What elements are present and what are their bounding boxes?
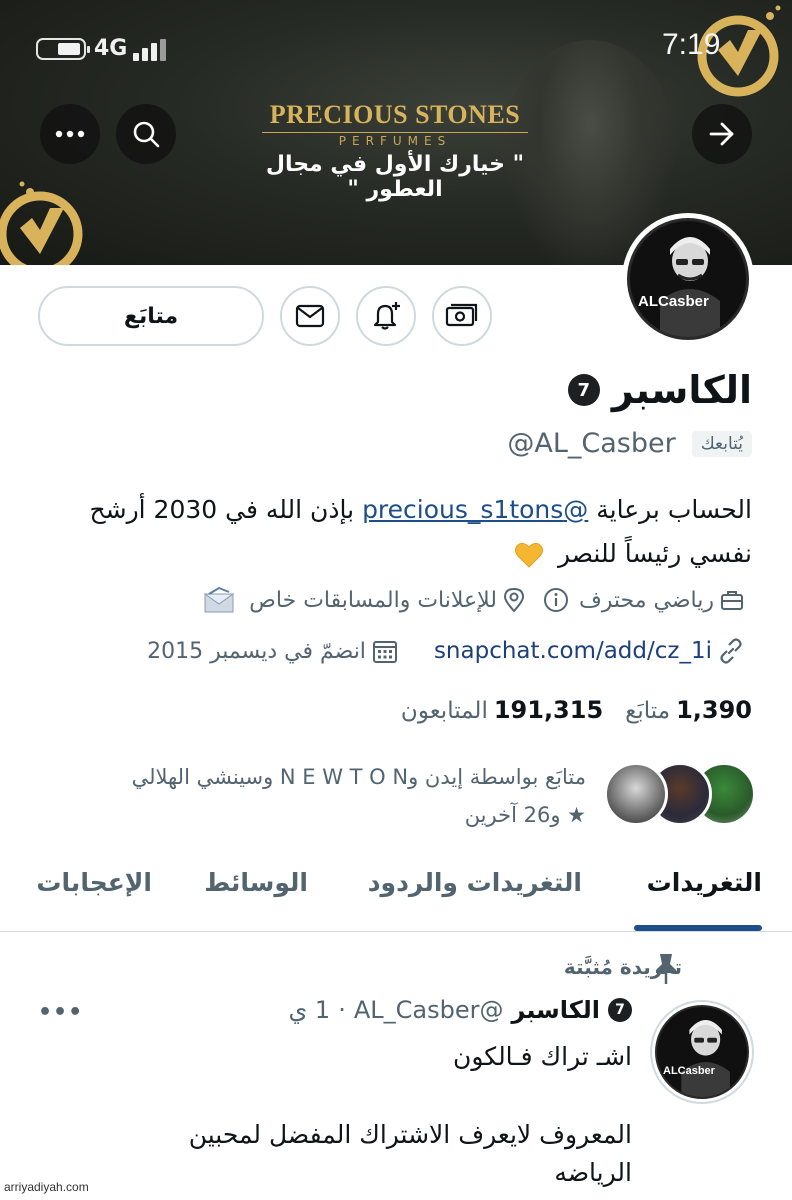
tweet-text-line-3: الرياضه — [554, 1158, 632, 1187]
brand-name: PRECIOUS STONES — [269, 100, 521, 129]
money-icon — [445, 303, 478, 327]
arrow-right-icon — [709, 122, 734, 146]
tweet-author-handle: @AL_Casber — [353, 996, 504, 1024]
following-label: متابَع — [625, 698, 671, 724]
tab-media[interactable]: الوسائط — [204, 868, 308, 897]
verified-badge-icon[interactable]: 7 — [567, 374, 600, 406]
status-bar: 4G 7:19 — [0, 0, 792, 90]
source-watermark: arriyadiyah.com — [4, 1180, 89, 1194]
calendar-icon — [372, 641, 397, 663]
tips-button[interactable] — [432, 286, 492, 346]
brand-tagline: " خيارك الأول في مجال العطور " — [265, 152, 525, 202]
joined-item: انضمّ في ديسمبر 2015 — [147, 638, 398, 664]
notifications-button[interactable] — [356, 286, 416, 346]
category-label: رياضي محترف — [578, 587, 714, 613]
following-count: 1,390 — [676, 696, 752, 724]
follower-avatar — [604, 762, 668, 826]
tweet-separator: · — [338, 996, 346, 1024]
location-label: للإعلانات والمسابقات خاص — [249, 587, 497, 613]
tab-tweets-and-replies[interactable]: التغريدات والردود — [368, 868, 582, 897]
tweet-author-name[interactable]: الكاسبر — [511, 996, 600, 1024]
brand-subtitle: PERFUMES — [262, 132, 528, 148]
followed-by-line-1: متابَع بواسطة إيدن وN E W T O N وسينشي ا… — [131, 765, 586, 789]
network-label: 4G — [94, 36, 128, 61]
followers-stat[interactable]: 191,315المتابعون — [401, 696, 603, 724]
tab-tweets[interactable]: التغريدات — [647, 868, 762, 897]
status-time: 7:19 — [662, 28, 721, 61]
bio-text-before: الحساب برعاية — [588, 495, 752, 524]
search-button[interactable] — [116, 104, 176, 164]
tweet-more-button[interactable]: ••• — [38, 1000, 83, 1025]
avatar-portrait-icon — [681, 1019, 730, 1097]
signal-strength-icon — [133, 39, 173, 61]
verified-badge-icon: 7 — [608, 998, 632, 1022]
profile-meta-row-2: snapchat.com/add/cz_1i انضمّ في ديسمبر 2… — [147, 638, 744, 664]
back-button[interactable] — [692, 104, 752, 164]
link-icon — [720, 638, 742, 664]
active-tab-indicator — [634, 925, 762, 931]
display-name-text: الكاسبر — [611, 368, 752, 412]
briefcase-icon — [721, 591, 743, 610]
tweet-text-line-2: المعروف لايعرف الاشتراك المفضل لمحبين — [188, 1120, 632, 1149]
bell-plus-icon — [373, 302, 400, 330]
followed-by-line-2: ★ و26 آخرين — [464, 803, 586, 827]
profile-avatar[interactable]: ALCasber — [622, 213, 754, 345]
website-item[interactable]: snapchat.com/add/cz_1i — [434, 638, 744, 664]
avatar-portrait-icon — [660, 237, 720, 337]
tweet-header: 7 الكاسبر @AL_Casber · 1 ي — [288, 996, 632, 1024]
joined-label: انضمّ في ديسمبر 2015 — [147, 638, 366, 664]
handle-row: @AL_Casber يُتابعك — [507, 428, 752, 459]
profile-bio: الحساب برعاية @precious_s1tons بإذن الله… — [32, 488, 752, 576]
tweet-text-line-1: اشـ تراك فـالكون — [452, 1042, 632, 1071]
follows-you-badge: يُتابعك — [691, 430, 752, 457]
message-button[interactable] — [280, 286, 340, 346]
envelope-emoji-icon — [203, 586, 235, 613]
pinned-tweet-label: تغريدة مُثبَّتة — [563, 955, 682, 979]
follow-stats: 1,390متابَع 191,315المتابعون — [401, 696, 752, 724]
category-item: رياضي محترف — [543, 587, 744, 613]
envelope-icon — [295, 304, 325, 328]
profile-display-name: الكاسبر 7 — [567, 368, 752, 412]
profile-tabs: التغريدات التغريدات والردود الوسائط الإع… — [0, 852, 792, 932]
yellow-heart-icon — [515, 542, 543, 568]
location-pin-icon — [503, 587, 524, 613]
battery-icon — [36, 38, 90, 60]
more-options-button[interactable] — [40, 104, 100, 164]
followers-avatar-stack — [604, 762, 756, 826]
followers-you-know-text: متابَع بواسطة إيدن وN E W T O N وسينشي ا… — [26, 758, 586, 834]
following-button[interactable]: متابَع — [38, 286, 264, 346]
followers-label: المتابعون — [400, 698, 488, 724]
banner-brand: PRECIOUS STONES PERFUMES " خيارك الأول ف… — [230, 100, 560, 202]
avatar-text: ALCasber — [663, 1065, 715, 1077]
profile-meta-row-1: رياضي محترف للإعلانات والمسابقات خاص — [203, 586, 744, 614]
followers-count: 191,315 — [493, 696, 604, 724]
brand-logo-icon — [0, 181, 83, 265]
location-item: للإعلانات والمسابقات خاص — [203, 586, 525, 614]
profile-handle: @AL_Casber — [507, 428, 676, 459]
website-link[interactable]: snapchat.com/add/cz_1i — [434, 638, 712, 664]
tweet-author-avatar[interactable]: ALCasber — [650, 1000, 754, 1104]
avatar-text: ALCasber — [638, 293, 709, 310]
info-icon[interactable] — [543, 587, 569, 613]
bio-mention-link[interactable]: @precious_s1tons — [362, 495, 588, 524]
search-icon — [133, 121, 160, 148]
tab-likes[interactable]: الإعجابات — [36, 868, 152, 897]
following-stat[interactable]: 1,390متابَع — [625, 696, 752, 724]
followers-you-know[interactable]: متابَع بواسطة إيدن وN E W T O N وسينشي ا… — [46, 756, 756, 836]
more-horizontal-icon — [55, 130, 85, 138]
tweet-time[interactable]: 1 ي — [288, 996, 330, 1024]
